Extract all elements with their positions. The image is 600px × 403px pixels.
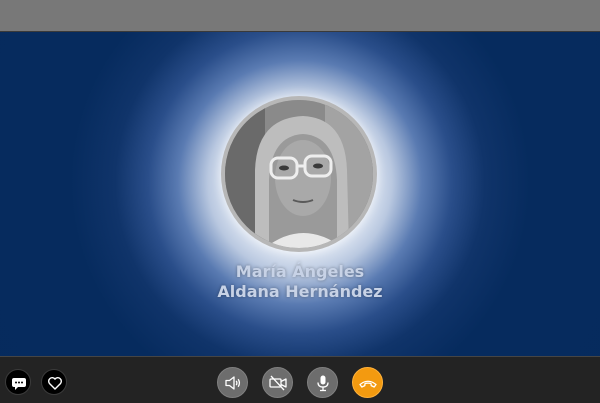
caller-photo [225, 100, 373, 248]
video-off-icon [269, 375, 287, 391]
chat-icon [12, 378, 26, 390]
video-call-window: María Ángeles Aldana Hernández [0, 0, 600, 403]
video-toggle-button[interactable] [262, 367, 293, 398]
favorite-button[interactable] [41, 369, 67, 395]
caller-avatar-frame [221, 96, 377, 252]
heart-icon [48, 377, 62, 390]
microphone-icon [317, 375, 329, 392]
speaker-icon [225, 376, 241, 390]
caller-name: María Ángeles Aldana Hernández [150, 262, 450, 302]
title-bar [0, 0, 600, 32]
end-call-button[interactable] [352, 367, 383, 398]
caller-name-line1: María Ángeles [235, 262, 365, 281]
speaker-button[interactable] [217, 367, 248, 398]
end-call-icon [359, 380, 377, 388]
caller-avatar [225, 100, 373, 248]
microphone-button[interactable] [307, 367, 338, 398]
caller-name-line2: Aldana Hernández [217, 282, 383, 301]
call-toolbar [0, 356, 600, 403]
chat-button[interactable] [5, 369, 31, 395]
